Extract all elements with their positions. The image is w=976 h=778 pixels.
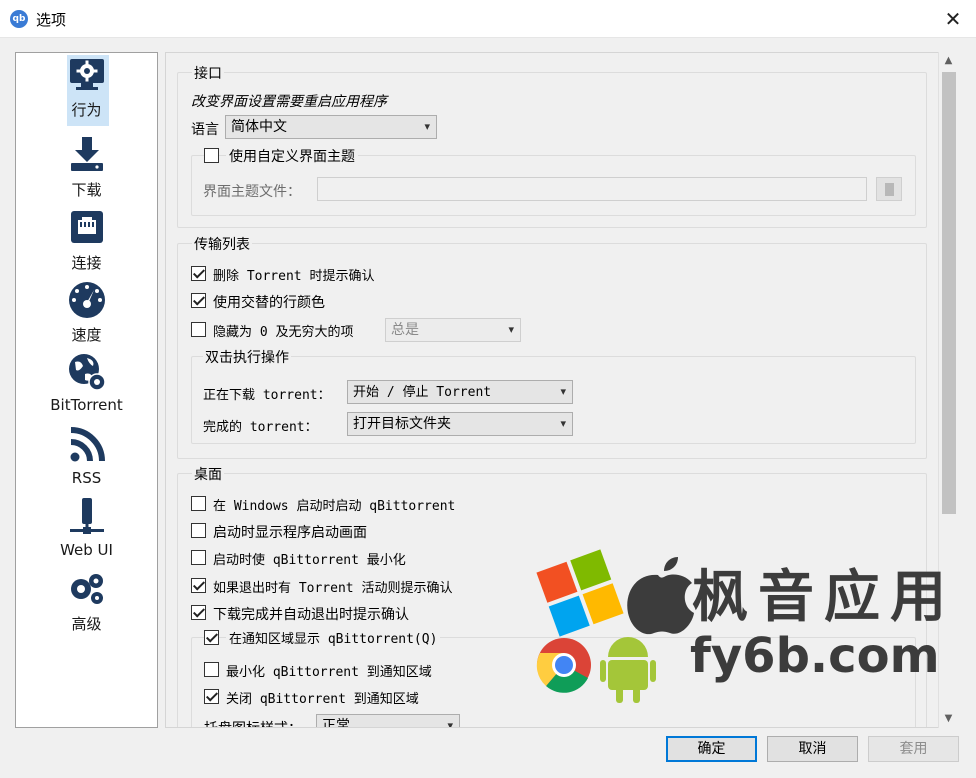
scrollbar-thumb[interactable]	[942, 72, 956, 514]
close-button[interactable]: ✕	[930, 0, 976, 38]
sidebar-item-downloads[interactable]: 下载	[16, 133, 157, 205]
scroll-up-icon[interactable]: ▲	[939, 52, 958, 70]
completed-action-value: 打开目标文件夹	[353, 416, 451, 432]
watermark-text-cn: 枫音应用	[692, 565, 956, 630]
cancel-button[interactable]: 取消	[767, 736, 858, 762]
desktop-option-label: 如果退出时有 Torrent 活动则提示确认	[213, 581, 453, 596]
tray-icon-style-label: 托盘图标样式：	[204, 718, 302, 727]
hide-zero-select-value: 总是	[391, 322, 419, 338]
rss-icon	[67, 425, 107, 465]
transfer-list-group: 传输列表 删除 Torrent 时提示确认 使用交替的行颜色 隐藏为 0 及无穷…	[177, 234, 927, 459]
sidebar-item-label: 下载	[71, 181, 102, 199]
desktop-option-label: 启动时显示程序启动画面	[213, 525, 367, 541]
start-minimized-checkbox[interactable]	[191, 550, 206, 565]
network-port-icon	[67, 208, 107, 248]
speedometer-icon	[67, 280, 107, 320]
minimize-to-tray-checkbox[interactable]	[204, 662, 219, 677]
transfer-list-group-title: 传输列表	[192, 234, 252, 254]
alt-row-colors-label: 使用交替的行颜色	[213, 295, 325, 311]
downloading-action-select[interactable]: 开始 / 停止 Torrent ▾	[347, 380, 573, 404]
sidebar-item-label: BitTorrent	[50, 396, 123, 414]
webui-network-icon	[67, 497, 107, 537]
chevron-down-icon: ▾	[424, 120, 430, 133]
chevron-down-icon: ▾	[508, 323, 514, 336]
watermark-text-url: fy6b.com	[690, 628, 940, 684]
tray-icon-style-value: 正常	[322, 718, 350, 728]
theme-file-input[interactable]	[317, 177, 867, 201]
show-tray-icon-label: 在通知区域显示 qBittorrent(Q)	[226, 628, 441, 647]
sidebar-item-speed[interactable]: 速度	[16, 278, 157, 350]
custom-theme-checkbox[interactable]	[204, 148, 219, 163]
double-click-group-title: 双击执行操作	[203, 347, 291, 367]
desktop-group-title: 桌面	[192, 464, 224, 484]
custom-theme-label: 使用自定义界面主题	[226, 146, 358, 166]
completed-action-select[interactable]: 打开目标文件夹 ▾	[347, 412, 573, 436]
tray-option-label: 关闭 qBittorrent 到通知区域	[226, 692, 419, 707]
sidebar-item-label: 连接	[71, 254, 102, 272]
custom-theme-group: 使用自定义界面主题 界面主题文件：	[191, 146, 916, 216]
sidebar-item-behavior[interactable]: 行为	[16, 53, 157, 126]
show-tray-icon-checkbox[interactable]	[204, 630, 219, 645]
hide-zero-select[interactable]: 总是 ▾	[385, 318, 521, 342]
alt-row-colors-checkbox[interactable]	[191, 293, 206, 308]
hide-zero-label: 隐藏为 0 及无穷大的项	[213, 325, 354, 340]
options-sidebar: 行为 下载 连接 速度 BitTorrent RSS Web UI 高级	[15, 52, 158, 728]
qbittorrent-app-icon: qb	[10, 10, 28, 28]
completed-action-label: 完成的 torrent：	[203, 420, 318, 435]
download-icon	[67, 135, 107, 175]
language-select[interactable]: 简体中文 ▾	[225, 115, 437, 139]
sidebar-item-advanced[interactable]: 高级	[16, 567, 157, 639]
language-label: 语言	[191, 122, 219, 138]
chevron-down-icon: ▾	[560, 385, 566, 398]
monitor-gear-icon	[67, 55, 107, 95]
sidebar-item-connection[interactable]: 连接	[16, 206, 157, 278]
chevron-down-icon: ▾	[560, 417, 566, 430]
interface-group: 接口 改变界面设置需要重启应用程序 语言 简体中文 ▾ 使用自定义界面主题 界面…	[177, 63, 927, 228]
language-select-value: 简体中文	[231, 119, 287, 135]
theme-file-label: 界面主题文件：	[203, 184, 301, 200]
tray-option-label: 最小化 qBittorrent 到通知区域	[226, 665, 432, 680]
sidebar-item-label: 速度	[71, 326, 102, 344]
tray-icon-style-select[interactable]: 正常 ▾	[316, 714, 460, 728]
file-icon	[885, 183, 894, 196]
confirm-delete-label: 删除 Torrent 时提示确认	[213, 269, 375, 284]
desktop-option-label: 下载完成并自动退出时提示确认	[213, 607, 409, 623]
double-click-group: 双击执行操作 正在下载 torrent： 开始 / 停止 Torrent ▾ 完…	[191, 347, 916, 444]
apply-button[interactable]: 套用	[868, 736, 959, 762]
title-bar: qb 选项 ✕	[0, 0, 976, 38]
browse-theme-file-button[interactable]	[876, 177, 902, 201]
downloading-action-value: 开始 / 停止 Torrent	[353, 385, 492, 400]
sidebar-item-bittorrent[interactable]: BitTorrent	[16, 350, 157, 422]
show-splash-checkbox[interactable]	[191, 523, 206, 538]
globe-gear-icon	[67, 352, 107, 392]
gears-icon	[67, 569, 107, 609]
close-to-tray-checkbox[interactable]	[204, 689, 219, 704]
window-title: 选项	[36, 11, 67, 29]
ok-button[interactable]: 确定	[666, 736, 757, 762]
restart-note: 改变界面设置需要重启应用程序	[191, 94, 387, 110]
sidebar-item-webui[interactable]: Web UI	[16, 495, 157, 567]
confirm-auto-exit-checkbox[interactable]	[191, 605, 206, 620]
chevron-down-icon: ▾	[447, 719, 453, 728]
confirm-exit-active-checkbox[interactable]	[191, 578, 206, 593]
sidebar-item-label: 高级	[71, 615, 102, 633]
desktop-option-label: 启动时使 qBittorrent 最小化	[213, 553, 406, 568]
scroll-down-icon[interactable]: ▼	[939, 710, 958, 728]
start-on-windows-boot-checkbox[interactable]	[191, 496, 206, 511]
sidebar-item-label: 行为	[71, 101, 102, 119]
sidebar-item-label: RSS	[71, 469, 102, 487]
downloading-action-label: 正在下载 torrent：	[203, 388, 331, 403]
desktop-option-label: 在 Windows 启动时启动 qBittorrent	[213, 499, 456, 514]
interface-group-title: 接口	[192, 63, 224, 83]
sidebar-item-label: Web UI	[60, 541, 113, 559]
hide-zero-checkbox[interactable]	[191, 322, 206, 337]
confirm-delete-checkbox[interactable]	[191, 266, 206, 281]
sidebar-item-rss[interactable]: RSS	[16, 423, 157, 495]
